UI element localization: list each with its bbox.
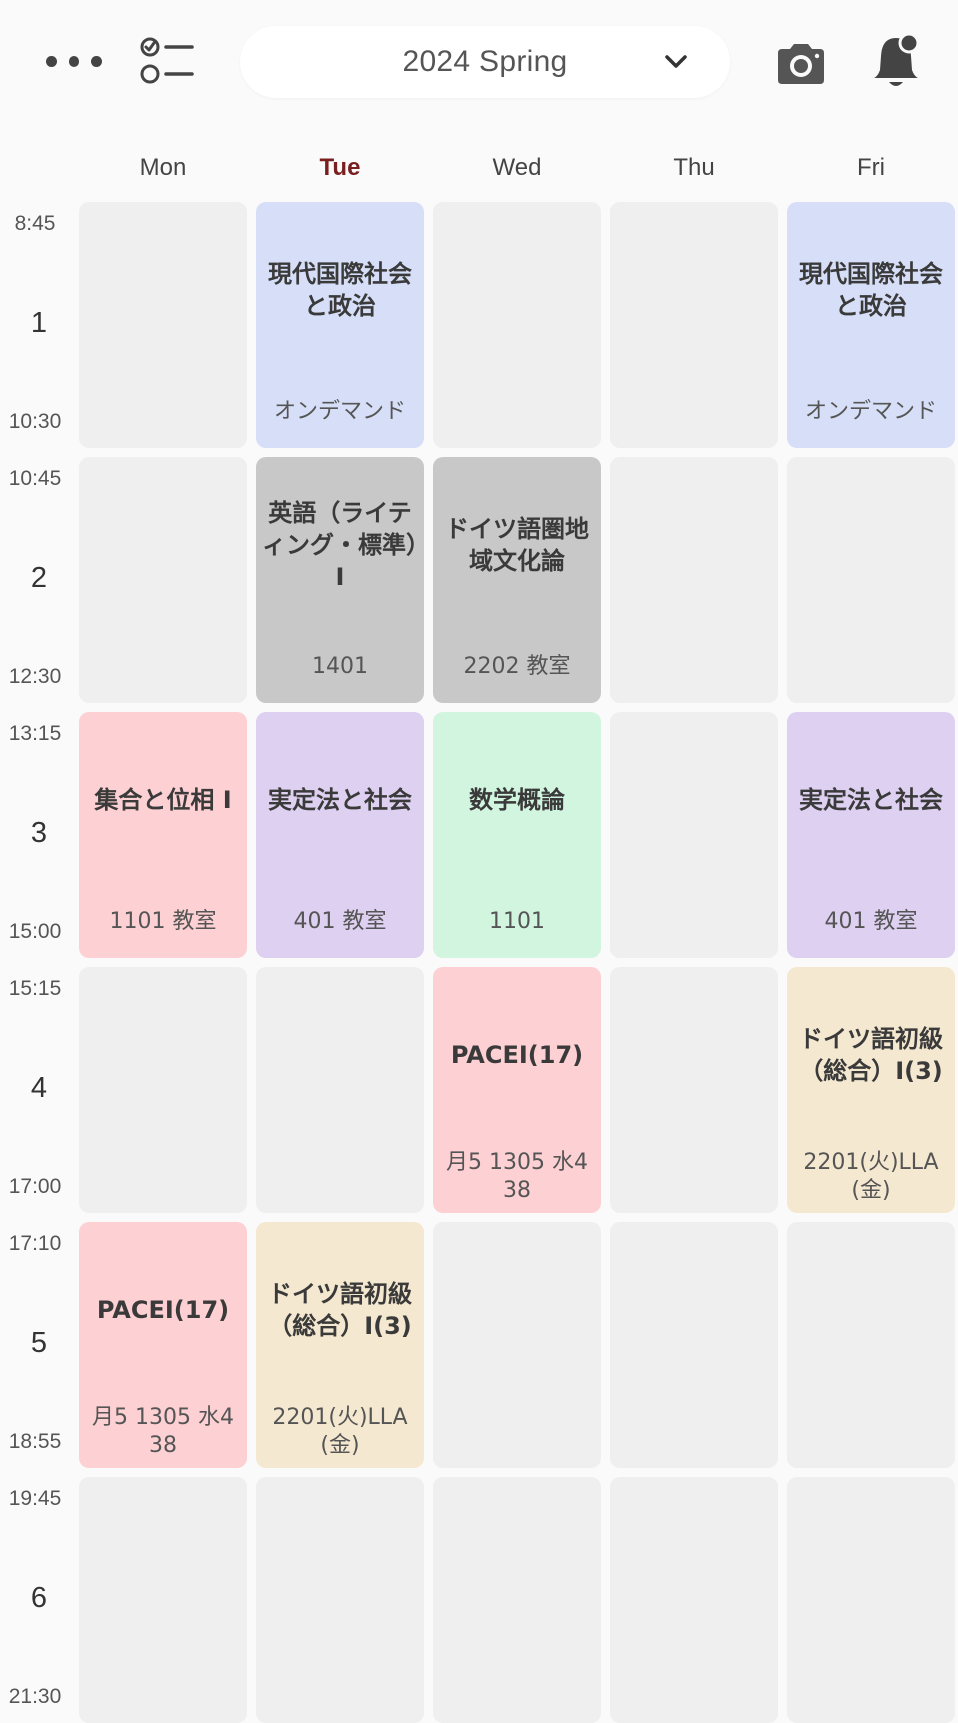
course-room: 401 教室 <box>293 909 387 934</box>
period-start-time: 10:45 <box>8 467 62 490</box>
course-title: 現代国際社会と政治 <box>268 259 412 320</box>
more-button[interactable] <box>40 34 108 88</box>
more-icon-dot <box>68 55 80 67</box>
course-cell[interactable]: 英語（ライティング・標準）I 1401 <box>256 457 424 703</box>
period-start-time: 15:15 <box>8 977 62 1000</box>
course-room: 月5 1305 水4 38 <box>446 1150 588 1203</box>
empty-slot[interactable] <box>787 1477 955 1723</box>
course-cell[interactable]: 実定法と社会 401 教室 <box>787 712 955 958</box>
notifications-button[interactable] <box>868 30 924 94</box>
todo-list-button[interactable] <box>136 34 200 90</box>
course-room: 月5 1305 水4 38 <box>92 1405 234 1458</box>
day-header-thu: Thu <box>673 154 715 181</box>
empty-slot[interactable] <box>610 1222 778 1468</box>
course-room: 401 教室 <box>824 909 918 934</box>
empty-slot[interactable] <box>433 1222 601 1468</box>
course-cell[interactable]: 実定法と社会 401 教室 <box>256 712 424 958</box>
semester-selector[interactable]: 2024 Spring <box>240 26 730 98</box>
course-title: 数学概論 <box>469 785 565 814</box>
period-end-time: 21:30 <box>8 1685 62 1708</box>
empty-slot[interactable] <box>433 202 601 448</box>
course-cell[interactable]: ドイツ語初級（総合）I(3) 2201(火)LLA(金) <box>787 967 955 1213</box>
period-start-time: 8:45 <box>14 212 56 235</box>
course-cell[interactable]: 現代国際社会と政治オンデマンド <box>256 202 424 448</box>
course-room: オンデマンド <box>804 399 937 424</box>
chevron-down-icon <box>665 55 687 68</box>
todo-list-icon <box>140 37 194 84</box>
camera-icon <box>778 44 824 84</box>
course-title: 実定法と社会 <box>268 785 412 814</box>
empty-slot[interactable] <box>610 202 778 448</box>
empty-slot[interactable] <box>79 202 247 448</box>
period-number: 2 <box>30 562 48 594</box>
empty-slot[interactable] <box>787 1222 955 1468</box>
course-room: オンデマンド <box>273 399 406 424</box>
period-number: 5 <box>30 1327 48 1359</box>
course-room: 1101 教室 <box>109 909 217 934</box>
course-title: 現代国際社会と政治 <box>799 259 943 320</box>
period-number: 6 <box>30 1582 48 1614</box>
empty-slot[interactable] <box>610 457 778 703</box>
empty-slot[interactable] <box>433 1477 601 1723</box>
course-title: 実定法と社会 <box>799 785 943 814</box>
day-header-fri: Fri <box>857 154 885 181</box>
period-number: 1 <box>30 307 48 339</box>
empty-slot[interactable] <box>256 967 424 1213</box>
empty-slot[interactable] <box>79 967 247 1213</box>
empty-slot[interactable] <box>787 457 955 703</box>
course-room: 1401 <box>312 654 368 679</box>
period-start-time: 19:45 <box>8 1487 62 1510</box>
course-room: 2202 教室 <box>463 654 571 679</box>
course-title: 英語（ライティング・標準）I <box>262 498 418 591</box>
semester-label: 2024 Spring <box>402 45 568 78</box>
course-title: 集合と位相 I <box>94 785 232 814</box>
course-cell[interactable]: PACEI(17) 月5 1305 水4 38 <box>79 1222 247 1468</box>
more-icon-dot <box>91 55 103 67</box>
course-cell[interactable]: 現代国際社会と政治オンデマンド <box>787 202 955 448</box>
empty-slot[interactable] <box>610 712 778 958</box>
course-title: PACEI(17) <box>450 1040 584 1069</box>
empty-slot[interactable] <box>610 1477 778 1723</box>
period-end-time: 17:00 <box>8 1175 62 1198</box>
day-header-wed: Wed <box>492 154 542 181</box>
empty-slot[interactable] <box>610 967 778 1213</box>
course-title: PACEI(17) <box>96 1295 230 1324</box>
period-end-time: 10:30 <box>8 410 62 433</box>
empty-slot[interactable] <box>79 457 247 703</box>
bell-icon <box>874 32 920 86</box>
period-end-time: 12:30 <box>8 665 62 688</box>
course-room: 2201(火)LLA(金) <box>272 1405 408 1458</box>
empty-slot[interactable] <box>79 1477 247 1723</box>
period-number: 3 <box>30 817 48 849</box>
course-cell[interactable]: PACEI(17) 月5 1305 水4 38 <box>433 967 601 1213</box>
course-room: 2201(火)LLA(金) <box>803 1150 939 1203</box>
course-room: 1101 <box>489 909 545 934</box>
day-header-tue: Tue <box>319 154 361 181</box>
course-cell[interactable]: 集合と位相 I 1101 教室 <box>79 712 247 958</box>
period-start-time: 17:10 <box>8 1232 62 1255</box>
course-cell[interactable]: ドイツ語圏地域文化論 2202 教室 <box>433 457 601 703</box>
period-end-time: 15:00 <box>8 920 62 943</box>
period-end-time: 18:55 <box>8 1430 62 1453</box>
more-icon <box>46 55 57 67</box>
course-title: ドイツ語圏地域文化論 <box>445 514 589 575</box>
course-cell[interactable]: ドイツ語初級（総合）I(3) 2201(火)LLA(金) <box>256 1222 424 1468</box>
camera-button[interactable] <box>770 38 832 90</box>
period-number: 4 <box>30 1072 48 1104</box>
empty-slot[interactable] <box>256 1477 424 1723</box>
top-bar: 2024 Spring <box>0 0 958 125</box>
period-start-time: 13:15 <box>8 722 62 745</box>
course-cell[interactable]: 数学概論 1101 <box>433 712 601 958</box>
course-title: ドイツ語初級（総合）I(3) <box>268 1279 412 1340</box>
day-header-mon: Mon <box>139 154 187 181</box>
course-title: ドイツ語初級（総合）I(3) <box>799 1024 943 1085</box>
